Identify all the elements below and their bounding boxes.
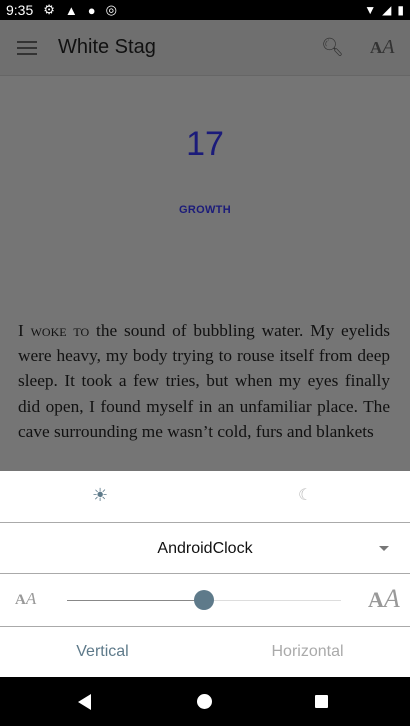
chapter-name: GROWTH [179, 204, 231, 216]
font-settings-icon[interactable]: AA [370, 36, 395, 59]
status-time: 9:35 [6, 2, 34, 18]
light-theme-icon[interactable]: ☀ [92, 485, 108, 506]
recents-icon[interactable] [315, 695, 328, 708]
dark-theme-icon[interactable]: ☾ [298, 485, 312, 505]
chapter-number: 17 [186, 125, 224, 163]
chapter-opening: I woke to [18, 321, 90, 340]
sync-icon: ◎ [105, 2, 117, 17]
evernote-icon: ● [87, 2, 96, 18]
navigation-bar [0, 677, 410, 726]
slider-thumb[interactable] [194, 590, 214, 610]
font-larger-icon[interactable]: AA [368, 584, 400, 614]
search-icon[interactable]: 🔍︎ [321, 37, 344, 58]
chapter-text: I woke to the sound of bubbling water. M… [18, 318, 390, 444]
wifi-icon: ▼ [364, 3, 377, 17]
font-dropdown[interactable]: AndroidClock [0, 523, 410, 574]
warning-icon: ▲ [64, 2, 78, 18]
reading-settings-sheet: ☀ ☾ AndroidClock AA AA Vertical Horizont… [0, 471, 410, 677]
font-size-row: AA AA [0, 574, 410, 627]
app-bar: White Stag 🔍︎ AA [0, 20, 410, 76]
scroll-mode-row: Vertical Horizontal [0, 627, 410, 677]
theme-row: ☀ ☾ [0, 471, 410, 523]
menu-icon[interactable] [17, 40, 37, 55]
back-icon[interactable] [78, 694, 91, 710]
status-bar: 9:35 ⚙ ▲ ● ◎ ▼ ◢ ▮ [0, 0, 410, 20]
font-smaller-icon[interactable]: AA [15, 589, 36, 609]
font-name: AndroidClock [157, 540, 253, 557]
book-title: White Stag [58, 36, 156, 58]
mode-horizontal-button[interactable]: Horizontal [205, 627, 410, 677]
battery-icon: ▮ [397, 3, 404, 17]
chevron-down-icon [379, 546, 389, 551]
mode-vertical-button[interactable]: Vertical [0, 627, 205, 677]
reader-content: 17 GROWTH I woke to the sound of bubblin… [0, 77, 410, 471]
slider-fill [67, 600, 204, 601]
signal-icon: ◢ [382, 3, 392, 17]
home-icon[interactable] [197, 694, 212, 709]
settings-icon: ⚙ [43, 2, 55, 17]
font-size-slider[interactable] [67, 590, 341, 610]
